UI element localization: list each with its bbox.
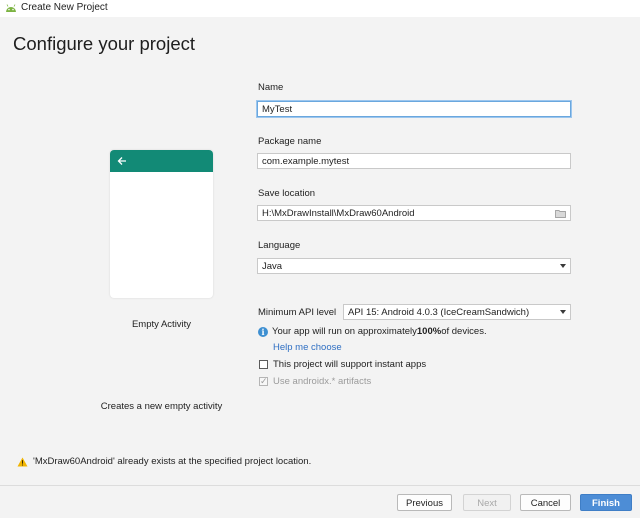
save-location-label: Save location [258,188,316,199]
instant-apps-option[interactable]: This project will support instant apps [259,359,426,370]
chevron-down-icon [560,310,566,314]
package-name-input[interactable] [262,155,570,167]
save-location-input[interactable] [262,207,570,219]
language-dropdown[interactable]: Java [257,258,571,274]
activity-description: Creates a new empty activity [100,401,223,412]
instant-apps-label: This project will support instant apps [273,359,427,370]
min-api-label: Minimum API level [258,307,337,318]
info-suffix: of devices. [441,326,487,337]
api-coverage-info: i Your app will run on approximately 100… [258,326,487,337]
save-location-field[interactable] [257,205,571,221]
language-selected: Java [262,260,283,272]
folder-icon[interactable] [555,209,566,218]
title-bar: Create New Project [0,0,640,17]
androidx-option: ✓ Use androidx.* artifacts [259,376,371,387]
cancel-button[interactable]: Cancel [520,494,571,511]
page-title: Configure your project [13,33,196,54]
next-button[interactable]: Next [463,494,511,511]
help-me-choose-link[interactable]: Help me choose [273,342,342,353]
activity-preview-card [110,150,213,298]
info-percent: 100% [416,326,442,337]
page-header: Configure your project [0,17,640,71]
preview-app-bar [110,150,213,172]
main-content: Empty Activity Creates a new empty activ… [0,70,640,485]
info-icon: i [258,326,268,337]
name-field[interactable] [257,101,571,117]
chevron-down-icon [560,264,566,268]
min-api-selected: API 15: Android 4.0.3 (IceCreamSandwich) [348,306,530,318]
language-label: Language [258,240,301,251]
package-name-field[interactable] [257,153,571,169]
warning-text: 'MxDraw60Android' already exists at the … [33,456,312,467]
androidx-label: Use androidx.* artifacts [273,376,372,387]
name-input[interactable] [262,103,570,115]
info-prefix: Your app will run on approximately [272,326,417,337]
name-label: Name [258,82,284,93]
window-title: Create New Project [21,2,108,13]
android-studio-icon [6,4,16,12]
package-name-label: Package name [258,136,322,147]
finish-button[interactable]: Finish [580,494,632,511]
instant-apps-checkbox[interactable] [259,360,268,369]
androidx-checkbox: ✓ [259,376,268,386]
activity-name: Empty Activity [131,319,192,330]
min-api-dropdown[interactable]: API 15: Android 4.0.3 (IceCreamSandwich) [343,304,571,320]
warning-icon [17,457,28,466]
previous-button[interactable]: Previous [397,494,452,511]
dialog-footer: Previous Next Cancel Finish [0,485,640,518]
back-arrow-icon [117,157,126,165]
warning-message: 'MxDraw60Android' already exists at the … [17,456,311,467]
checkmark-icon: ✓ [260,376,268,386]
